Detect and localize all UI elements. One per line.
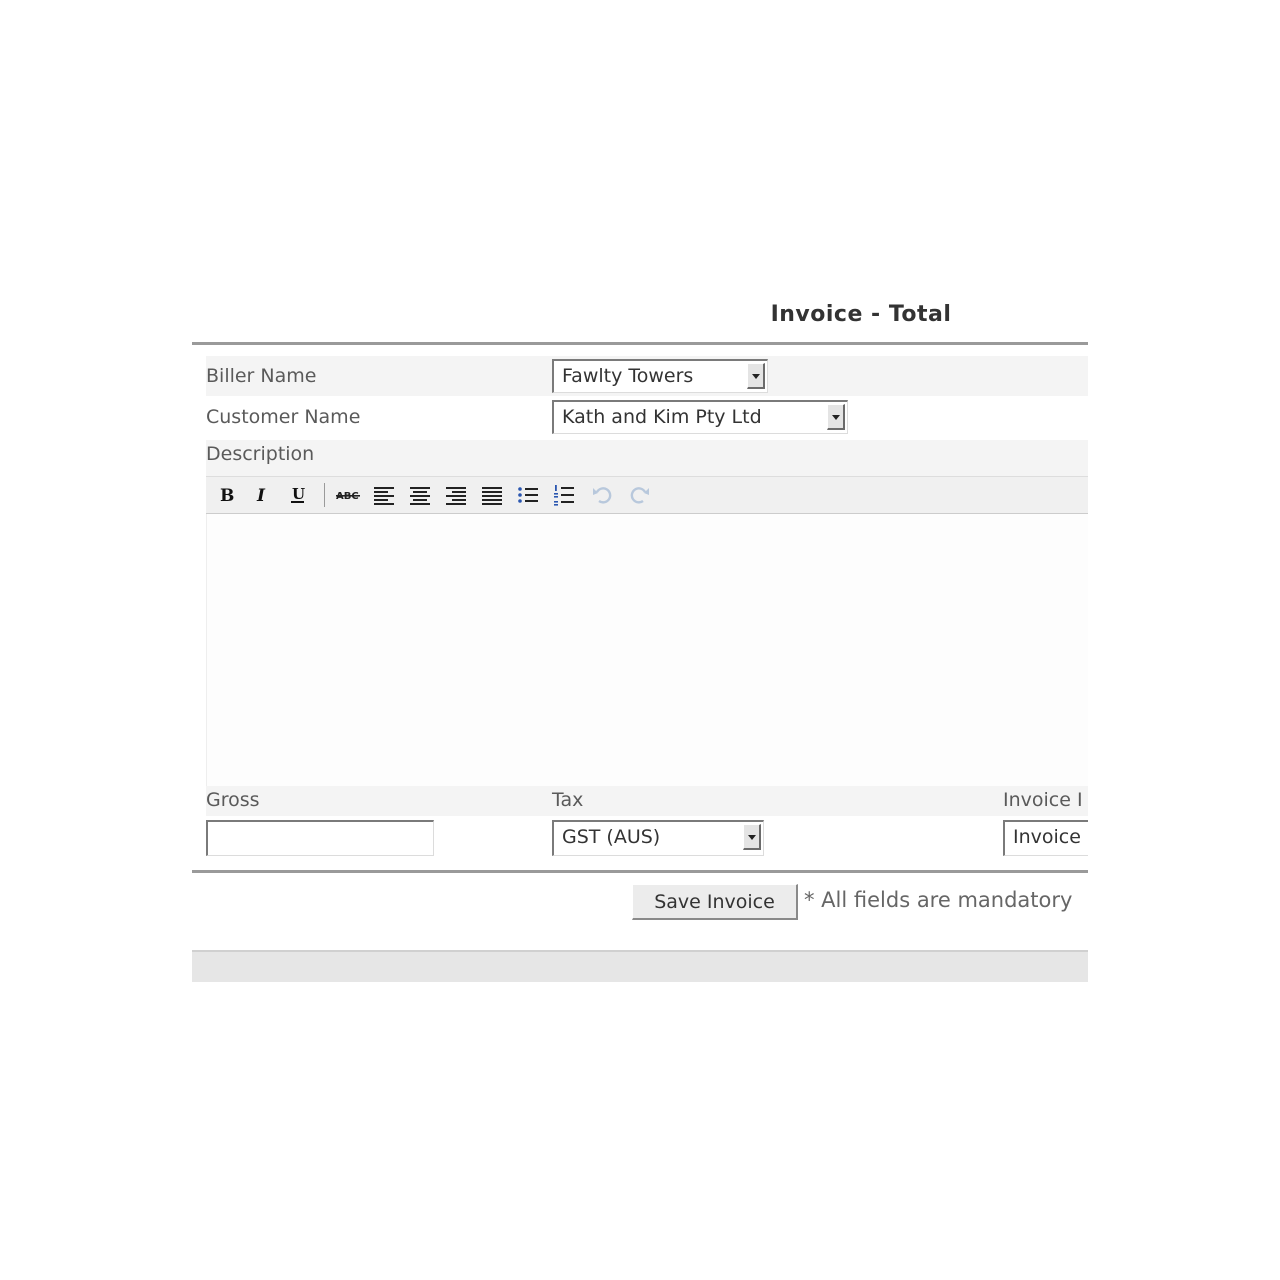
undo-icon[interactable]	[588, 481, 616, 509]
description-label: Description	[206, 443, 315, 465]
biller-name-label: Biller Name	[206, 365, 317, 387]
bullet-list-icon[interactable]	[514, 481, 542, 509]
editor-toolbar: B I U ABC	[206, 476, 1088, 514]
biller-name-value: Fawlty Towers	[562, 365, 694, 387]
footer-bar	[192, 950, 1088, 982]
chevron-down-icon[interactable]	[743, 824, 761, 850]
align-right-icon[interactable]	[442, 481, 470, 509]
description-editor[interactable]	[206, 514, 1088, 786]
bold-icon[interactable]: B	[212, 481, 240, 509]
page-title: Invoice - Total	[770, 302, 952, 327]
tax-select[interactable]: GST (AUS)	[552, 820, 764, 856]
tax-value: GST (AUS)	[562, 826, 661, 848]
align-left-icon[interactable]	[370, 481, 398, 509]
invoice-preference-select[interactable]: Invoice	[1003, 820, 1088, 856]
top-divider	[192, 342, 1088, 345]
save-invoice-button[interactable]: Save Invoice	[632, 884, 798, 920]
description-row	[206, 440, 1088, 476]
svg-text:B: B	[220, 486, 234, 505]
chevron-down-icon[interactable]	[827, 404, 845, 430]
invoice-form: Invoice - Total Biller Name Fawlty Tower…	[192, 290, 1088, 982]
customer-name-select[interactable]: Kath and Kim Pty Ltd	[552, 400, 848, 434]
tax-label: Tax	[552, 789, 584, 811]
gross-label: Gross	[206, 789, 260, 811]
align-justify-icon[interactable]	[478, 481, 506, 509]
totals-label-row	[206, 786, 1088, 816]
svg-text:U: U	[292, 485, 305, 503]
align-center-icon[interactable]	[406, 481, 434, 509]
gross-input[interactable]	[206, 820, 434, 856]
bottom-divider	[192, 870, 1088, 873]
svg-text:I: I	[256, 486, 266, 505]
chevron-down-icon[interactable]	[747, 363, 765, 389]
biller-name-select[interactable]: Fawlty Towers	[552, 359, 768, 393]
redo-icon[interactable]	[626, 481, 654, 509]
invoice-preference-label: Invoice I	[1003, 789, 1083, 811]
italic-icon[interactable]: I	[248, 481, 276, 509]
underline-icon[interactable]: U	[284, 481, 312, 509]
toolbar-separator	[324, 483, 325, 507]
strikethrough-icon[interactable]: ABC	[334, 481, 362, 509]
page: Invoice - Total Biller Name Fawlty Tower…	[0, 0, 1280, 1280]
customer-name-label: Customer Name	[206, 406, 361, 428]
invoice-preference-value: Invoice	[1013, 826, 1081, 848]
customer-name-value: Kath and Kim Pty Ltd	[562, 406, 762, 428]
mandatory-note: * All fields are mandatory	[804, 888, 1073, 912]
numbered-list-icon[interactable]	[550, 481, 578, 509]
